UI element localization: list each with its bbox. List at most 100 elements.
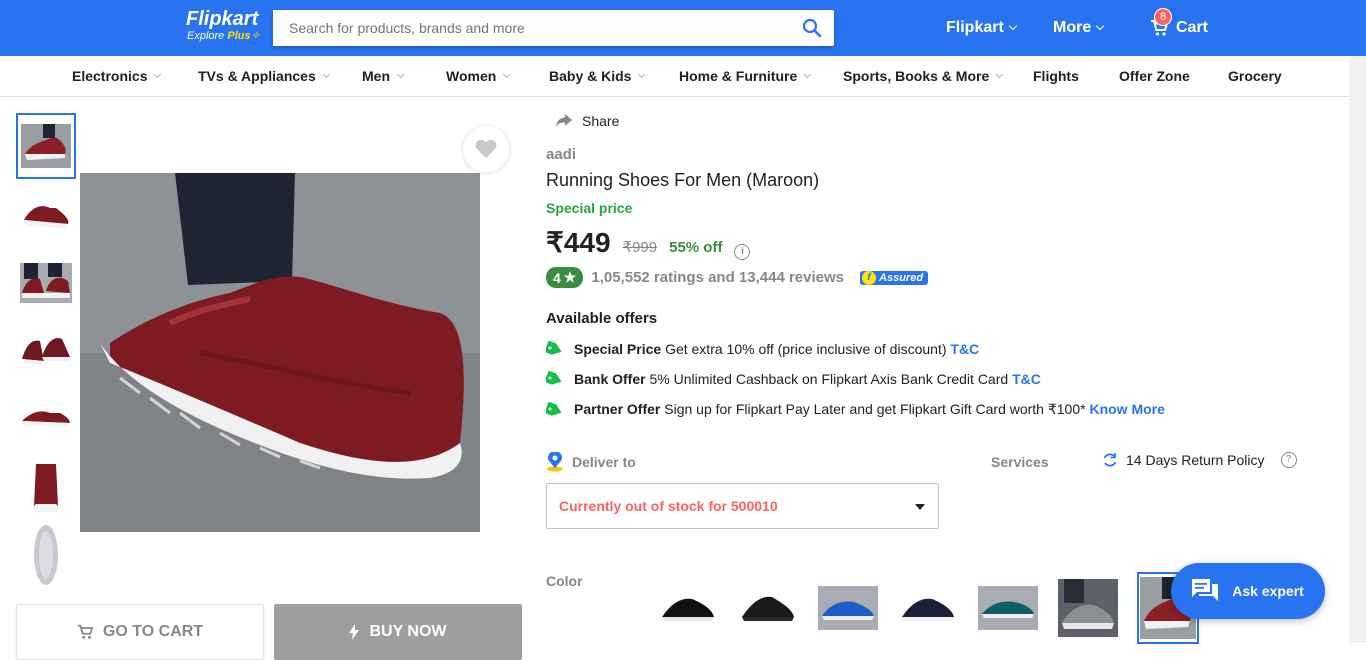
page-scrollbar[interactable]	[1349, 56, 1366, 643]
shoe-thumbnail-image	[24, 206, 69, 229]
go-to-cart-label: GO TO CART	[102, 623, 204, 640]
category-tvs-appliances[interactable]: TVs & Appliances	[198, 68, 330, 84]
category-label: Baby & Kids	[549, 68, 632, 84]
product-thumbnail[interactable]	[16, 183, 76, 249]
assured-badge: f Assured	[860, 270, 929, 285]
offer-type: Special Price	[574, 341, 662, 357]
shoe-thumbnail-image	[21, 124, 71, 168]
offer-type: Partner Offer	[574, 401, 661, 417]
wishlist-button[interactable]	[462, 125, 510, 173]
product-main-image[interactable]	[80, 173, 480, 532]
search-bar	[273, 10, 834, 46]
shoe-thumbnail-image	[34, 464, 58, 512]
rating-badge[interactable]: 4 ★	[546, 267, 584, 288]
navy-shoe-swatch	[902, 598, 954, 621]
discount-percent: 55% off	[669, 239, 723, 256]
color-swatch[interactable]	[657, 572, 719, 644]
cart-icon	[77, 624, 93, 639]
chevron-down-icon	[638, 70, 646, 78]
ask-expert-button[interactable]: Ask expert	[1171, 563, 1325, 619]
category-sports-books[interactable]: Sports, Books & More	[843, 68, 1004, 84]
offer-tag-icon	[546, 341, 562, 355]
color-swatch[interactable]	[1057, 572, 1119, 644]
deliver-to: Deliver to	[546, 452, 636, 472]
chevron-down-icon	[154, 70, 162, 78]
offer-know-more-link[interactable]: Know More	[1089, 401, 1164, 417]
flipkart-logo[interactable]: Flipkart Explore Plus✧	[186, 8, 260, 42]
go-to-cart-button[interactable]: GO TO CART	[16, 604, 264, 660]
star-icon: ★	[563, 269, 577, 285]
info-icon[interactable]: i	[734, 244, 751, 260]
product-thumbnail[interactable]	[16, 522, 76, 588]
help-icon[interactable]: ?	[1280, 452, 1297, 468]
category-women[interactable]: Women	[446, 68, 511, 84]
chevron-down-icon	[1008, 21, 1018, 31]
color-swatch[interactable]	[897, 572, 959, 644]
category-offer-zone[interactable]: Offer Zone	[1119, 68, 1190, 84]
category-label: Grocery	[1228, 68, 1282, 84]
offer-tc-link[interactable]: T&C	[1012, 371, 1041, 387]
product-thumbnail[interactable]	[16, 113, 76, 179]
services-label: Services	[991, 454, 1049, 470]
chevron-down-icon	[996, 70, 1004, 78]
stock-status: Currently out of stock for 500010	[559, 498, 778, 514]
lightning-icon	[349, 624, 360, 640]
offer-description: 5% Unlimited Cashback on Flipkart Axis B…	[649, 371, 1009, 387]
chat-icon	[1192, 579, 1219, 601]
shoe-thumbnail-image	[20, 263, 72, 303]
location-pin-icon	[547, 452, 563, 472]
return-policy: 14 Days Return Policy ?	[1102, 452, 1297, 468]
color-swatch[interactable]	[977, 572, 1039, 644]
category-label: Home & Furniture	[679, 68, 798, 84]
color-swatch[interactable]	[737, 572, 799, 644]
buy-now-button[interactable]: BUY NOW	[274, 604, 522, 660]
blue-shoe-swatch	[818, 586, 878, 630]
offer-text: Partner Offer Sign up for Flipkart Pay L…	[574, 401, 1165, 418]
offer-description: Sign up for Flipkart Pay Later and get F…	[664, 401, 1086, 417]
offer-type: Bank Offer	[574, 371, 646, 387]
logo-name: Flipkart	[186, 8, 259, 30]
special-price-label: Special price	[546, 200, 633, 216]
search-input[interactable]	[273, 10, 773, 46]
product-thumbnail[interactable]	[16, 250, 76, 316]
search-icon[interactable]	[802, 18, 822, 38]
category-electronics[interactable]: Electronics	[72, 68, 162, 84]
deliver-to-label: Deliver to	[572, 454, 636, 470]
color-swatch[interactable]	[817, 572, 879, 644]
category-home-furniture[interactable]: Home & Furniture	[679, 68, 812, 84]
offer-tc-link[interactable]: T&C	[950, 341, 979, 357]
logo-plus: Plus	[227, 30, 251, 42]
category-flights[interactable]: Flights	[1033, 68, 1079, 84]
assured-label: Assured	[879, 271, 924, 284]
offer-text: Special Price Get extra 10% off (price i…	[574, 341, 979, 357]
pincode-selector[interactable]: Currently out of stock for 500010	[546, 483, 939, 529]
offer-description: Get extra 10% off (price inclusive of di…	[665, 341, 947, 357]
chevron-down-icon	[503, 70, 511, 78]
heart-icon	[475, 139, 497, 158]
category-men[interactable]: Men	[362, 68, 405, 84]
original-price: ₹999	[622, 239, 658, 256]
product-thumbnail[interactable]	[16, 317, 76, 383]
chevron-down-icon	[1095, 21, 1105, 31]
more-menu[interactable]: More	[1053, 19, 1105, 37]
logo-sub: Explore Plus✧	[187, 30, 260, 42]
category-label: Flights	[1033, 68, 1079, 84]
category-baby-kids[interactable]: Baby & Kids	[549, 68, 646, 84]
product-thumbnail[interactable]	[16, 453, 76, 519]
category-grocery[interactable]: Grocery	[1228, 68, 1282, 84]
price-row: ₹449 ₹999 55% off i	[546, 226, 751, 260]
account-menu[interactable]: Flipkart	[946, 19, 1018, 37]
product-thumbnail[interactable]	[16, 384, 76, 450]
category-label: Men	[362, 68, 390, 84]
return-policy-text: 14 Days Return Policy	[1126, 452, 1265, 468]
ratings-reviews-count[interactable]: 1,05,552 ratings and 13,444 reviews	[591, 269, 844, 286]
share-button[interactable]: Share	[556, 113, 619, 129]
dropdown-caret-icon	[915, 504, 925, 510]
offer-item: Partner Offer Sign up for Flipkart Pay L…	[546, 401, 1165, 418]
offer-item: Bank Offer 5% Unlimited Cashback on Flip…	[546, 371, 1041, 387]
product-brand[interactable]: aadi	[546, 146, 576, 163]
rating-row: 4 ★ 1,05,552 ratings and 13,444 reviews f…	[546, 267, 929, 288]
top-header: Flipkart Explore Plus✧ Flipkart More 8 C…	[0, 0, 1366, 56]
cart-link[interactable]: 8 Cart	[1150, 8, 1208, 37]
grey-shoe-swatch	[1058, 579, 1118, 637]
